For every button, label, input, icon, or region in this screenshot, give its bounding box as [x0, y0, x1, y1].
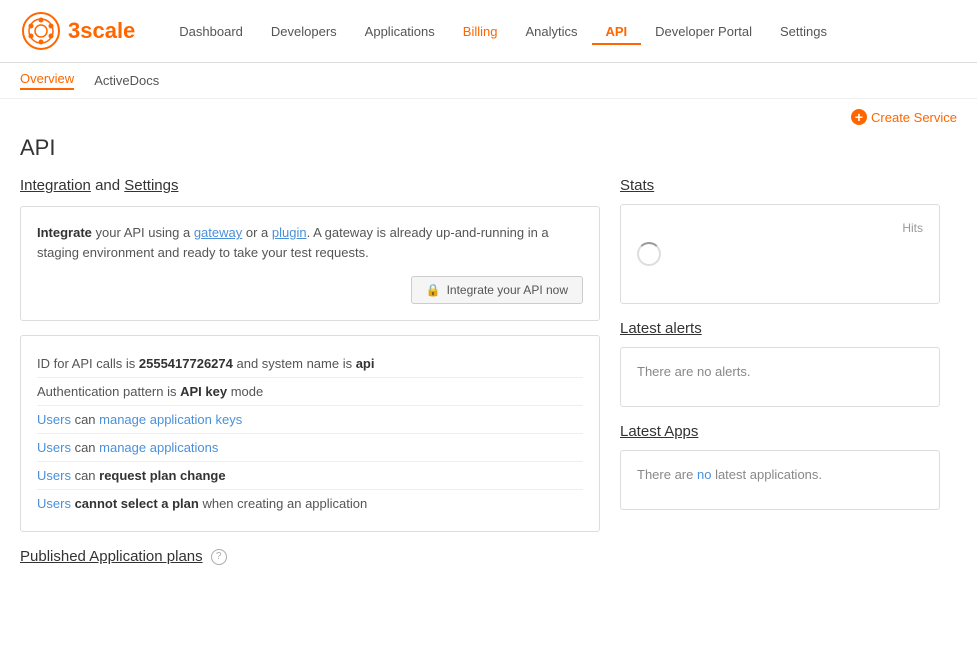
- request-plan-bold: request plan change: [99, 468, 225, 483]
- alerts-section: Latest alerts There are no alerts.: [620, 320, 940, 407]
- auth-text2: mode: [227, 384, 263, 399]
- logo-icon: [20, 10, 62, 52]
- id-text: ID for API calls is: [37, 356, 139, 371]
- heading-and-text: and: [95, 177, 124, 194]
- manage-apps-row: Users can manage applications: [37, 434, 583, 462]
- nav-analytics[interactable]: Analytics: [511, 18, 591, 45]
- nav-settings[interactable]: Settings: [766, 18, 841, 45]
- right-column: Stats Hits Latest alerts There are no al…: [620, 177, 940, 565]
- request-plan-row: Users can request plan change: [37, 462, 583, 490]
- stats-title: Stats: [620, 177, 940, 194]
- auth-row: Authentication pattern is API key mode: [37, 378, 583, 406]
- integration-heading: Integration and Settings: [20, 177, 600, 194]
- id-value: 2555417726274: [139, 356, 233, 371]
- published-link[interactable]: Published Application plans: [20, 548, 203, 565]
- integration-link[interactable]: Integration: [20, 177, 91, 194]
- published-heading: Published Application plans ?: [20, 548, 600, 565]
- id-text2: and system name is: [233, 356, 356, 371]
- alerts-box: There are no alerts.: [620, 347, 940, 407]
- info-rows-box: ID for API calls is 2555417726274 and sy…: [20, 335, 600, 532]
- select-plan-row: Users cannot select a plan when creating…: [37, 490, 583, 517]
- plugin-link[interactable]: plugin: [272, 225, 307, 240]
- system-name: api: [356, 356, 375, 371]
- subnav-overview[interactable]: Overview: [20, 71, 74, 90]
- apps-title: Latest Apps: [620, 423, 940, 440]
- manage-keys-row: Users can manage application keys: [37, 406, 583, 434]
- no-apps-link[interactable]: no: [697, 467, 711, 482]
- settings-link[interactable]: Settings: [124, 177, 178, 194]
- loading-spinner: [637, 242, 661, 266]
- apps-section: Latest Apps There are no latest applicat…: [620, 423, 940, 510]
- can-text-1: can: [71, 412, 99, 427]
- action-bar: Create Service: [0, 99, 977, 135]
- integrate-btn-icon: 🔒: [426, 283, 441, 297]
- id-row: ID for API calls is 2555417726274 and sy…: [37, 350, 583, 378]
- integrate-bold: Integrate: [37, 225, 92, 240]
- apps-box: There are no latest applications.: [620, 450, 940, 510]
- stats-box: Hits: [620, 204, 940, 304]
- integrate-text1: your API using a: [92, 225, 194, 240]
- users-link-4[interactable]: Users: [37, 496, 71, 511]
- page-title: API: [0, 135, 977, 161]
- left-column: Integration and Settings Integrate your …: [20, 177, 600, 565]
- nav-developers[interactable]: Developers: [257, 18, 351, 45]
- no-alerts-text: There are no alerts.: [637, 364, 750, 379]
- manage-keys-link[interactable]: manage application keys: [99, 412, 242, 427]
- nav-api[interactable]: API: [592, 18, 642, 45]
- logo: 3scale: [20, 10, 135, 52]
- stats-section: Stats Hits: [620, 177, 940, 304]
- users-link-3[interactable]: Users: [37, 468, 71, 483]
- integrate-description: Integrate your API using a gateway or a …: [37, 223, 583, 262]
- no-apps-text: There are no latest applications.: [637, 467, 822, 482]
- logo-text: 3scale: [68, 18, 135, 44]
- nav-applications[interactable]: Applications: [351, 18, 449, 45]
- integrate-box: Integrate your API using a gateway or a …: [20, 206, 600, 321]
- nav-dashboard[interactable]: Dashboard: [165, 18, 257, 45]
- info-circle-icon[interactable]: ?: [211, 549, 227, 565]
- hits-label: Hits: [902, 221, 923, 235]
- create-service-button[interactable]: Create Service: [851, 109, 957, 125]
- subnav-activedocs[interactable]: ActiveDocs: [94, 73, 159, 88]
- gateway-link[interactable]: gateway: [194, 225, 242, 240]
- auth-text: Authentication pattern is: [37, 384, 180, 399]
- integrate-text2: or a: [242, 225, 272, 240]
- nav-developer-portal[interactable]: Developer Portal: [641, 18, 766, 45]
- alerts-title: Latest alerts: [620, 320, 940, 337]
- integrate-btn-label: Integrate your API now: [447, 283, 568, 297]
- cannot-select-bold: cannot select a plan: [75, 496, 199, 511]
- users-link-2[interactable]: Users: [37, 440, 71, 455]
- sub-nav: Overview ActiveDocs: [0, 63, 977, 99]
- users-link-1[interactable]: Users: [37, 412, 71, 427]
- integrate-api-now-button[interactable]: 🔒 Integrate your API now: [411, 276, 583, 304]
- content-layout: Integration and Settings Integrate your …: [0, 177, 977, 565]
- header: 3scale Dashboard Developers Applications…: [0, 0, 977, 63]
- manage-apps-link[interactable]: manage applications: [99, 440, 218, 455]
- main-nav: Dashboard Developers Applications Billin…: [165, 18, 841, 45]
- can-text-3: can: [71, 468, 99, 483]
- creating-app-text: when creating an application: [199, 496, 367, 511]
- nav-billing[interactable]: Billing: [449, 18, 512, 45]
- auth-value: API key: [180, 384, 227, 399]
- integrate-btn-wrap: 🔒 Integrate your API now: [37, 276, 583, 304]
- can-text-2: can: [71, 440, 99, 455]
